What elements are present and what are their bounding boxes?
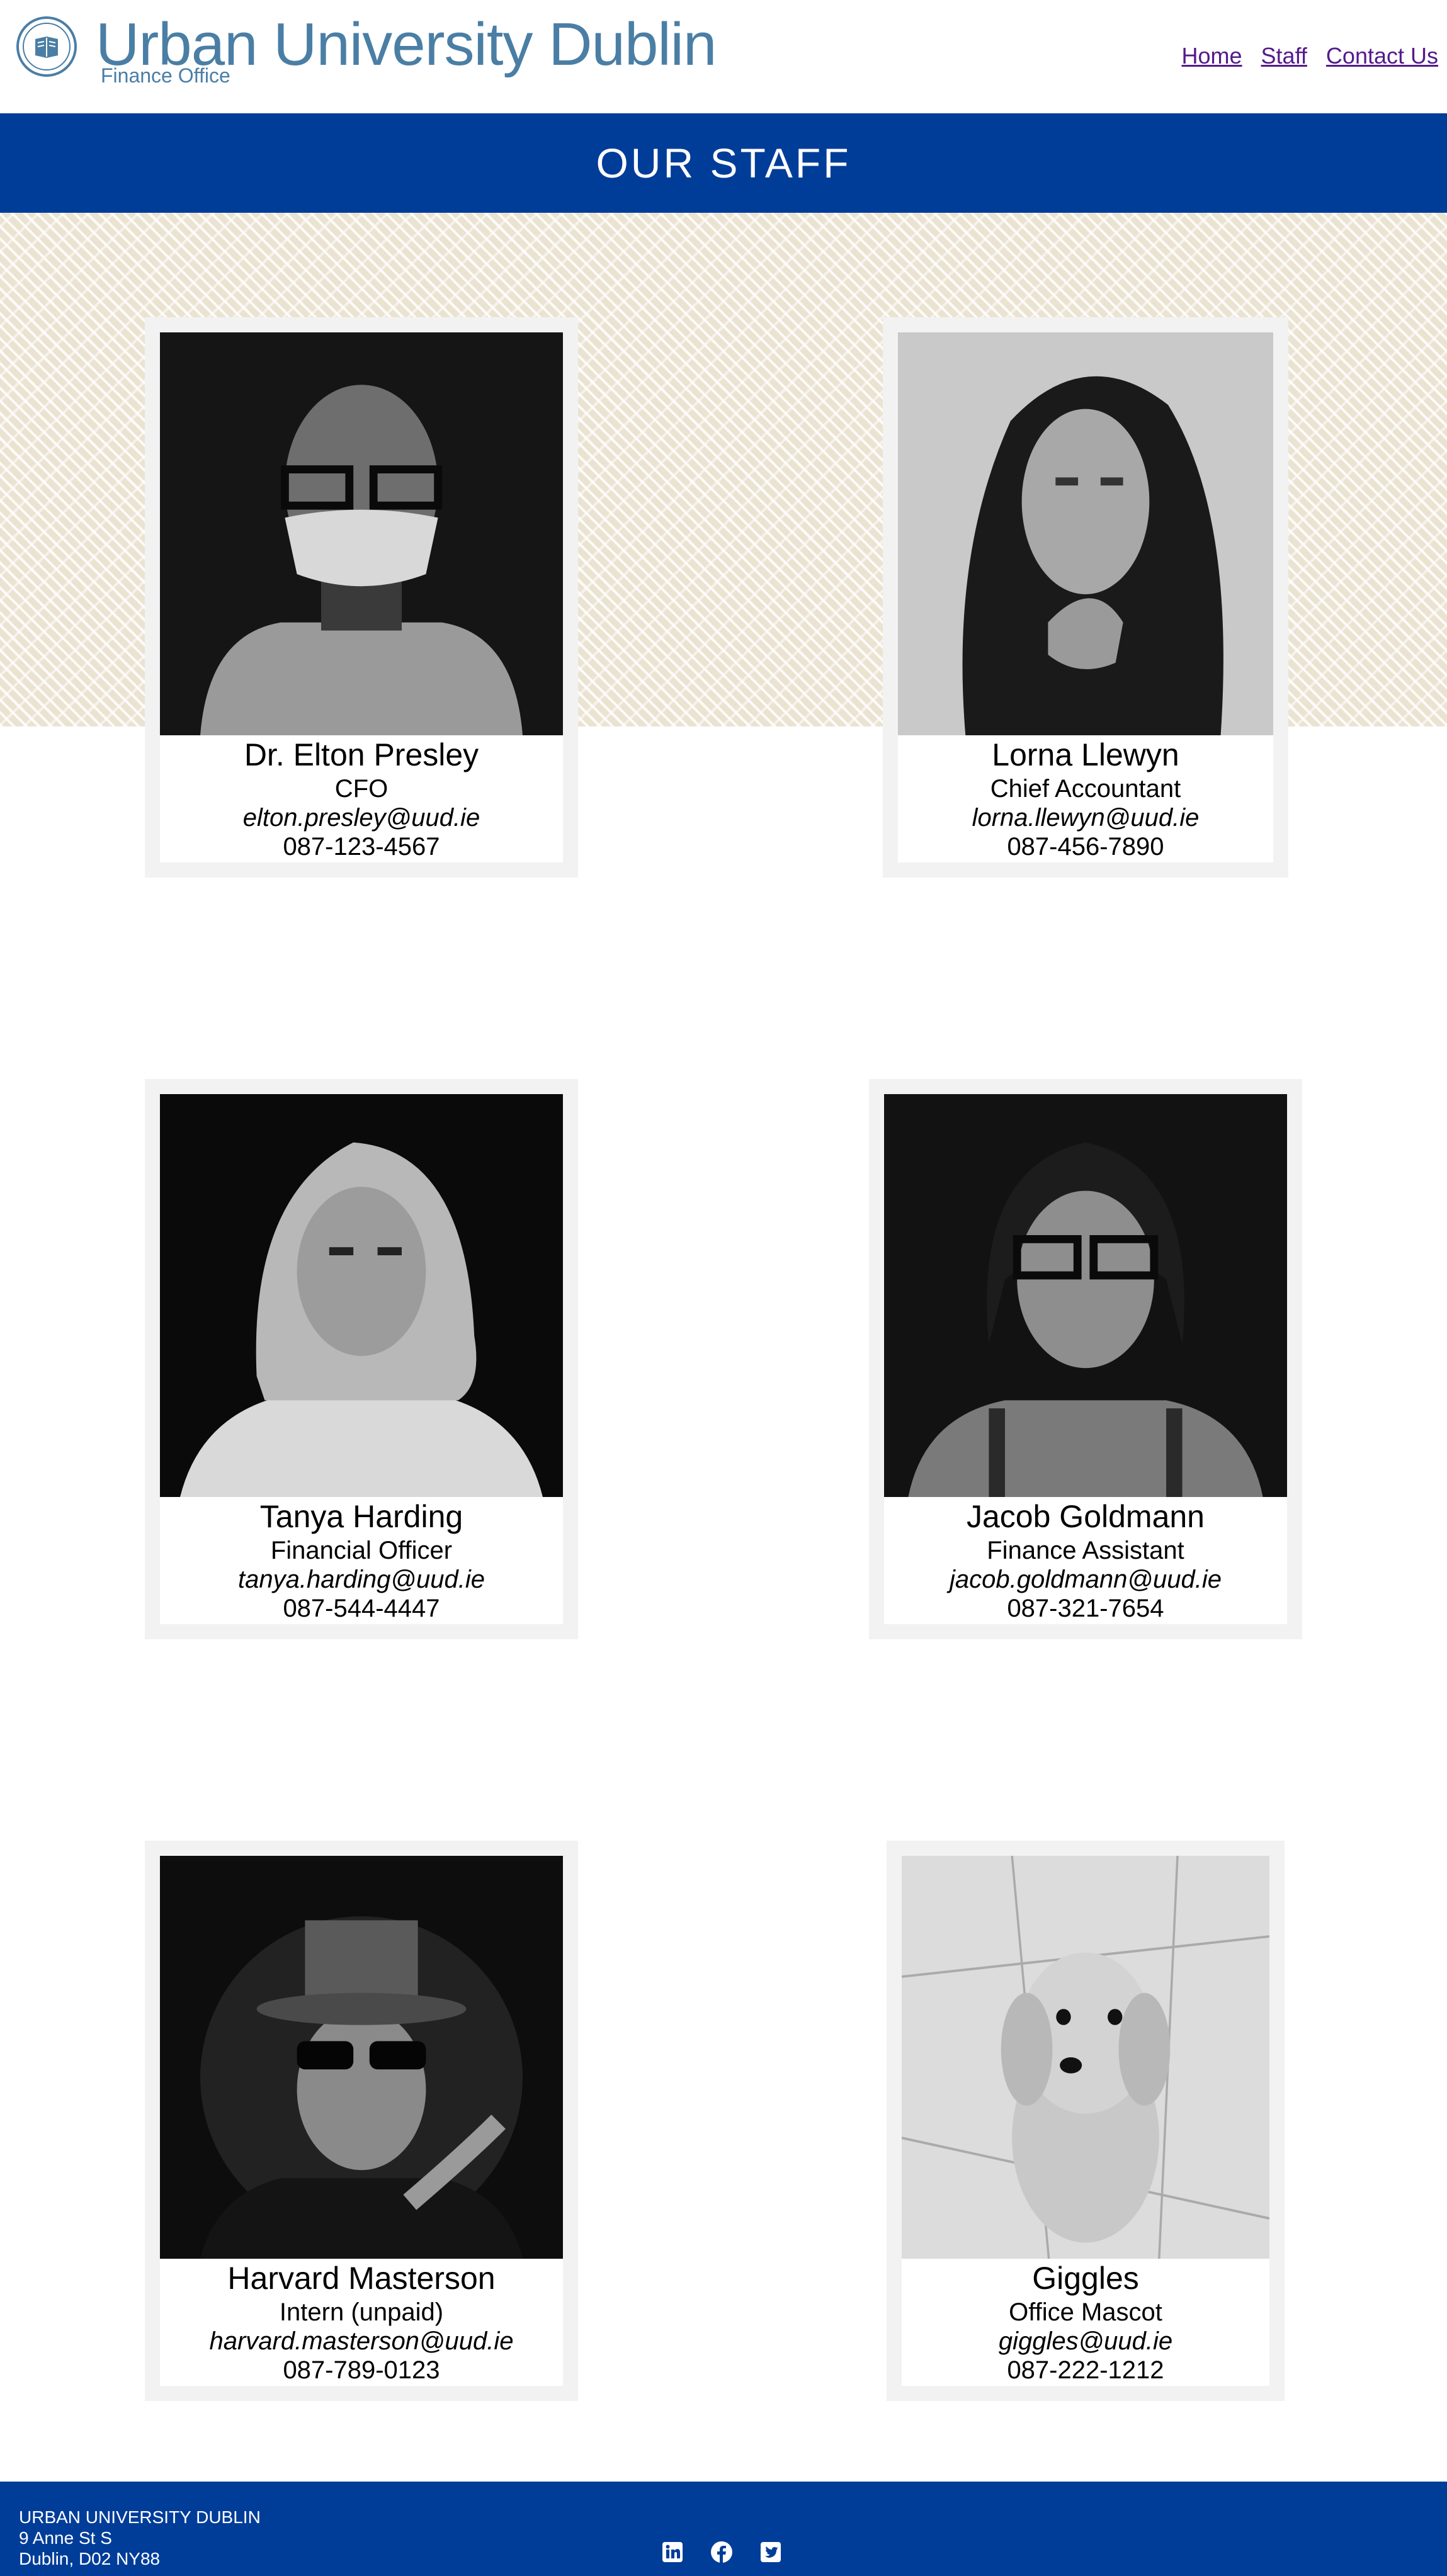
staff-email[interactable]: elton.presley@uud.ie [160,803,563,832]
site-header: Urban University Dublin Finance Office H… [0,0,1447,113]
staff-role: Chief Accountant [990,775,1181,803]
staff-role: CFO [334,775,389,803]
staff-phone[interactable]: 087-456-7890 [898,832,1273,861]
staff-phone[interactable]: 087-123-4567 [160,832,563,861]
footer-address-line: Dublin, D02 NY88 [19,2549,161,2568]
staff-card: Giggles Office Mascot giggles@uud.ie 087… [887,1841,1285,2401]
staff-email[interactable]: jacob.goldmann@uud.ie [884,1565,1287,1594]
university-seal-icon[interactable] [16,16,77,77]
staff-card: Tanya Harding Financial Officer tanya.ha… [145,1079,578,1639]
main-nav: Home Staff Contact Us [1182,43,1439,69]
staff-email[interactable]: giggles@uud.ie [902,2327,1269,2356]
staff-role: Finance Assistant [987,1537,1184,1564]
social-links [661,2541,782,2563]
staff-phone[interactable]: 087-321-7654 [884,1594,1287,1623]
twitter-icon[interactable] [759,2541,782,2563]
staff-name: Harvard Masterson [227,2261,496,2296]
staff-card: Lorna Llewyn Chief Accountant lorna.llew… [883,317,1288,878]
staff-phone[interactable]: 087-789-0123 [160,2356,563,2385]
staff-email[interactable]: lorna.llewyn@uud.ie [898,803,1273,832]
staff-photo [160,1856,563,2259]
staff-photo [898,332,1273,735]
staff-card: Jacob Goldmann Finance Assistant jacob.g… [869,1079,1302,1639]
nav-staff-link[interactable]: Staff [1261,43,1307,69]
staff-name: Giggles [1032,2261,1139,2296]
staff-card: Harvard Masterson Intern (unpaid) harvar… [145,1841,578,2401]
page-banner: OUR STAFF [0,113,1447,213]
staff-photo [160,332,563,735]
staff-name: Tanya Harding [259,1499,463,1534]
page-title: OUR STAFF [596,140,851,186]
staff-role: Office Mascot [1009,2298,1162,2326]
staff-phone[interactable]: 087-544-4447 [160,1594,563,1623]
staff-email[interactable]: harvard.masterson@uud.ie [160,2327,563,2356]
facebook-icon[interactable] [710,2541,733,2563]
nav-contact-link[interactable]: Contact Us [1326,43,1438,69]
staff-name: Lorna Llewyn [992,737,1179,772]
footer-address: URBAN UNIVERSITY DUBLIN 9 Anne St S Dubl… [19,2507,261,2569]
staff-role: Intern (unpaid) [279,2298,444,2326]
footer-address-line: 9 Anne St S [19,2528,112,2548]
linkedin-icon[interactable] [661,2541,684,2563]
staff-photo [902,1856,1269,2259]
staff-photo [884,1094,1287,1497]
nav-home-link[interactable]: Home [1182,43,1242,69]
staff-photo [160,1094,563,1497]
site-subtitle: Finance Office [101,64,230,87]
staff-card: Dr. Elton Presley CFO elton.presley@uud.… [145,317,578,878]
staff-role: Financial Officer [270,1537,453,1564]
staff-name: Dr. Elton Presley [244,737,479,772]
staff-phone[interactable]: 087-222-1212 [902,2356,1269,2385]
site-footer: URBAN UNIVERSITY DUBLIN 9 Anne St S Dubl… [0,2482,1447,2576]
staff-email[interactable]: tanya.harding@uud.ie [160,1565,563,1594]
footer-address-line: URBAN UNIVERSITY DUBLIN [19,2507,261,2527]
staff-name: Jacob Goldmann [966,1499,1205,1534]
